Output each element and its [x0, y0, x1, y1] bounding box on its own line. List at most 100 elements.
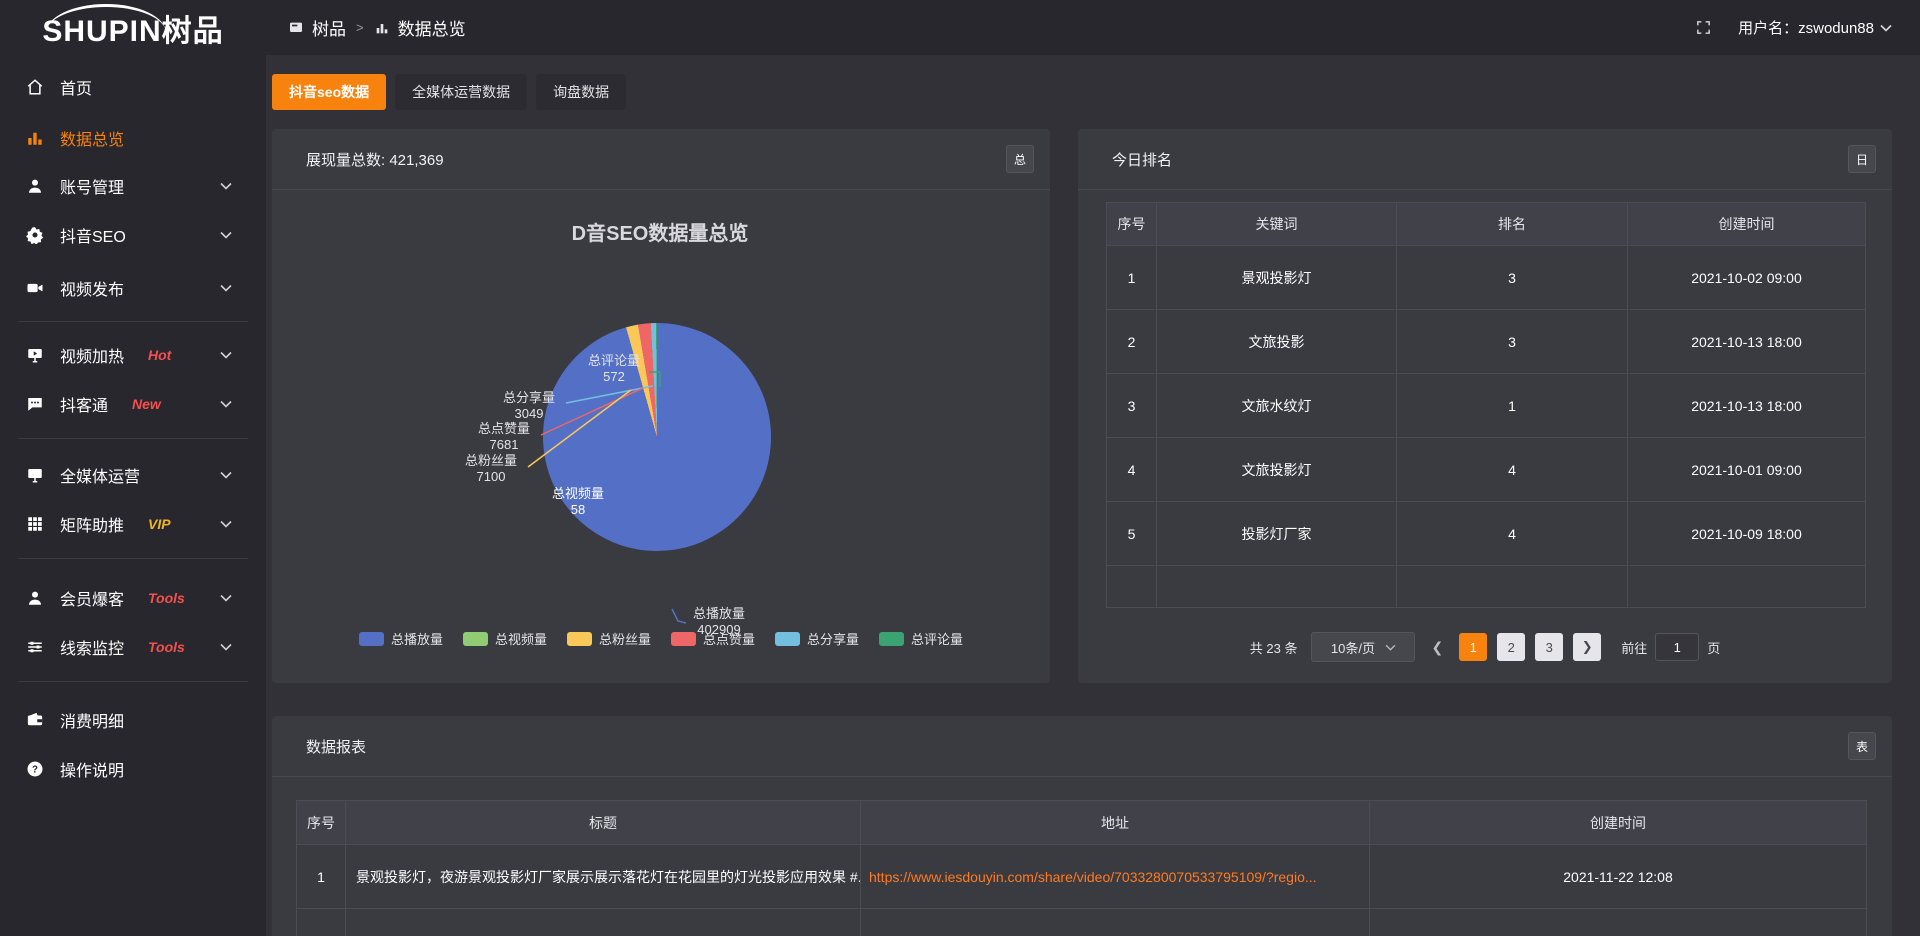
sidebar-item-data-overview[interactable]: 数据总览 [0, 116, 266, 160]
chevron-down-icon [220, 515, 232, 533]
chevron-down-icon [220, 279, 232, 297]
chevron-down-icon [220, 466, 232, 484]
sidebar-divider [18, 321, 248, 322]
tab-media-operation-data[interactable]: 全媒体运营数据 [395, 74, 527, 110]
overview-panel: 展现量总数: 421,369 总 D音SEO数据量总览 总评论量572 总分享量… [272, 129, 1050, 683]
report-table-header-row: 序号 标题 地址 创建时间 [297, 801, 1867, 845]
chevron-down-icon [220, 177, 232, 195]
table-row-empty [1107, 566, 1866, 608]
sidebar-divider [18, 681, 248, 682]
monitor-icon [26, 466, 44, 484]
legend-item-fans[interactable]: 总粉丝量 [567, 629, 651, 648]
chart-title: D音SEO数据量总览 [460, 217, 860, 246]
sidebar-item-video-publish[interactable]: 视频发布 [0, 266, 266, 310]
pie-label-comments: 总评论量572 [579, 353, 649, 385]
jump-suffix: 页 [1707, 638, 1720, 657]
sidebar-item-douketong[interactable]: 抖客通 New [0, 382, 266, 426]
table-row[interactable]: 1景观投影灯32021-10-02 09:00 [1107, 246, 1866, 310]
legend-item-shares[interactable]: 总分享量 [775, 629, 859, 648]
legend-item-comments[interactable]: 总评论量 [879, 629, 963, 648]
rank-panel: 今日排名 日 序号 关键词 排名 创建时间 1景观投影灯32021-10-02 … [1078, 129, 1892, 683]
table-row[interactable]: 3文旅水纹灯12021-10-13 18:00 [1107, 374, 1866, 438]
sidebar: SHUPIN树品 首页 数据总览 账号管理 抖音SEO [0, 0, 266, 936]
rank-panel-header: 今日排名 [1078, 129, 1892, 190]
jump-prefix: 前往 [1621, 638, 1647, 657]
table-row[interactable]: 4文旅投影灯42021-10-01 09:00 [1107, 438, 1866, 502]
sidebar-item-clue-monitor[interactable]: 线索监控 Tools [0, 625, 266, 669]
sidebar-item-video-heat[interactable]: 视频加热 Hot [0, 333, 266, 377]
sidebar-item-instructions[interactable]: ? 操作说明 [0, 747, 266, 791]
pie-label-videos: 总视频量58 [535, 486, 621, 518]
legend-item-videos[interactable]: 总视频量 [463, 629, 547, 648]
user-icon [26, 589, 44, 607]
chart-legend: 总播放量 总视频量 总粉丝量 总点赞量 总分享量 总评论量 [272, 629, 1050, 648]
legend-item-likes[interactable]: 总点赞量 [671, 629, 755, 648]
chevron-down-icon [1880, 24, 1892, 32]
sidebar-item-douyin-seo[interactable]: 抖音SEO [0, 213, 266, 257]
jump-page-input[interactable] [1655, 633, 1699, 661]
report-url-link[interactable]: https://www.iesdouyin.com/share/video/70… [861, 845, 1370, 909]
breadcrumb-root[interactable]: 树品 [312, 15, 346, 40]
report-panel-header: 数据报表 [272, 716, 1892, 777]
overview-corner-button[interactable]: 总 [1006, 145, 1034, 173]
user-menu[interactable]: 用户名：zswodun88 [1738, 17, 1892, 38]
wallet-icon [26, 711, 44, 729]
report-title-cell: 景观投影灯，夜游景观投影灯厂家展示展示落花灯在花园里的灯光投影应用效果 #... [346, 845, 861, 909]
page-button-2[interactable]: 2 [1497, 633, 1525, 661]
breadcrumb: 树品 > 数据总览 [288, 0, 466, 55]
page-button-1[interactable]: 1 [1459, 633, 1487, 661]
pie-label-fans: 总粉丝量7100 [456, 453, 526, 485]
rank-table: 序号 关键词 排名 创建时间 1景观投影灯32021-10-02 09:00 2… [1106, 202, 1866, 608]
chevron-down-icon [220, 226, 232, 244]
question-circle-icon: ? [26, 760, 44, 778]
sidebar-item-account[interactable]: 账号管理 [0, 164, 266, 208]
breadcrumb-current: 数据总览 [398, 15, 466, 40]
tools-badge: Tools [148, 639, 185, 655]
grid-icon [26, 515, 44, 533]
page-size-select[interactable]: 10条/页 [1311, 632, 1415, 662]
pie-chart: D音SEO数据量总览 总评论量572 总分享量3049 总点赞量7681 总粉丝… [272, 190, 1050, 683]
sidebar-item-matrix-boost[interactable]: 矩阵助推 VIP [0, 502, 266, 546]
legend-chip [567, 632, 592, 646]
next-page-button[interactable]: ❯ [1573, 633, 1601, 661]
top-bar: 树品 > 数据总览 用户名：zswodun88 [0, 0, 1920, 55]
table-row[interactable]: 5投影灯厂家42021-10-09 18:00 [1107, 502, 1866, 566]
gear-icon [26, 226, 44, 244]
rank-table-header-row: 序号 关键词 排名 创建时间 [1107, 203, 1866, 246]
pie-label-shares: 总分享量3049 [494, 390, 564, 422]
chevron-down-icon [220, 395, 232, 413]
sidebar-divider [18, 558, 248, 559]
legend-chip [671, 632, 696, 646]
table-row[interactable]: 1 景观投影灯，夜游景观投影灯厂家展示展示落花灯在花园里的灯光投影应用效果 #.… [297, 845, 1867, 909]
legend-chip [463, 632, 488, 646]
report-corner-button[interactable]: 表 [1848, 732, 1876, 760]
sidebar-item-consumption[interactable]: 消费明细 [0, 698, 266, 742]
sidebar-item-media-operation[interactable]: 全媒体运营 [0, 453, 266, 497]
sidebar-item-member-leads[interactable]: 会员爆客 Tools [0, 576, 266, 620]
page-button-3[interactable]: 3 [1535, 633, 1563, 661]
tools-badge: Tools [148, 590, 185, 606]
user-icon [26, 177, 44, 195]
table-row[interactable]: 2文旅投影32021-10-13 18:00 [1107, 310, 1866, 374]
topbar-right: 用户名：zswodun88 [1695, 0, 1892, 55]
video-camera-icon [26, 279, 44, 297]
pie-label-likes: 总点赞量7681 [469, 421, 539, 453]
chevron-down-icon [220, 638, 232, 656]
pagination: 共 23 条 10条/页 ❮ 1 2 3 ❯ 前往 页 [1078, 629, 1892, 665]
new-badge: New [132, 396, 161, 412]
sidebar-item-home[interactable]: 首页 [0, 65, 266, 109]
legend-chip [879, 632, 904, 646]
report-table: 序号 标题 地址 创建时间 1 景观投影灯，夜游景观投影灯厂家展示展示落花灯在花… [296, 800, 1867, 936]
sidebar-divider [18, 438, 248, 439]
fullscreen-icon[interactable] [1695, 19, 1712, 36]
tab-inquiry-data[interactable]: 询盘数据 [536, 74, 626, 110]
tab-douyin-seo-data[interactable]: 抖音seo数据 [272, 74, 386, 110]
breadcrumb-separator: > [356, 20, 364, 35]
hot-badge: Hot [148, 347, 171, 363]
legend-item-plays[interactable]: 总播放量 [359, 629, 443, 648]
app-root: 树品 > 数据总览 用户名：zswodun88 SHUPIN树品 首页 [0, 0, 1920, 936]
prev-page-button[interactable]: ❮ [1425, 639, 1449, 656]
app-square-icon [288, 20, 304, 36]
rank-corner-button[interactable]: 日 [1848, 145, 1876, 173]
report-panel: 数据报表 表 序号 标题 地址 创建时间 1 景观投影灯，夜游景观投影灯厂家展示… [272, 716, 1892, 936]
